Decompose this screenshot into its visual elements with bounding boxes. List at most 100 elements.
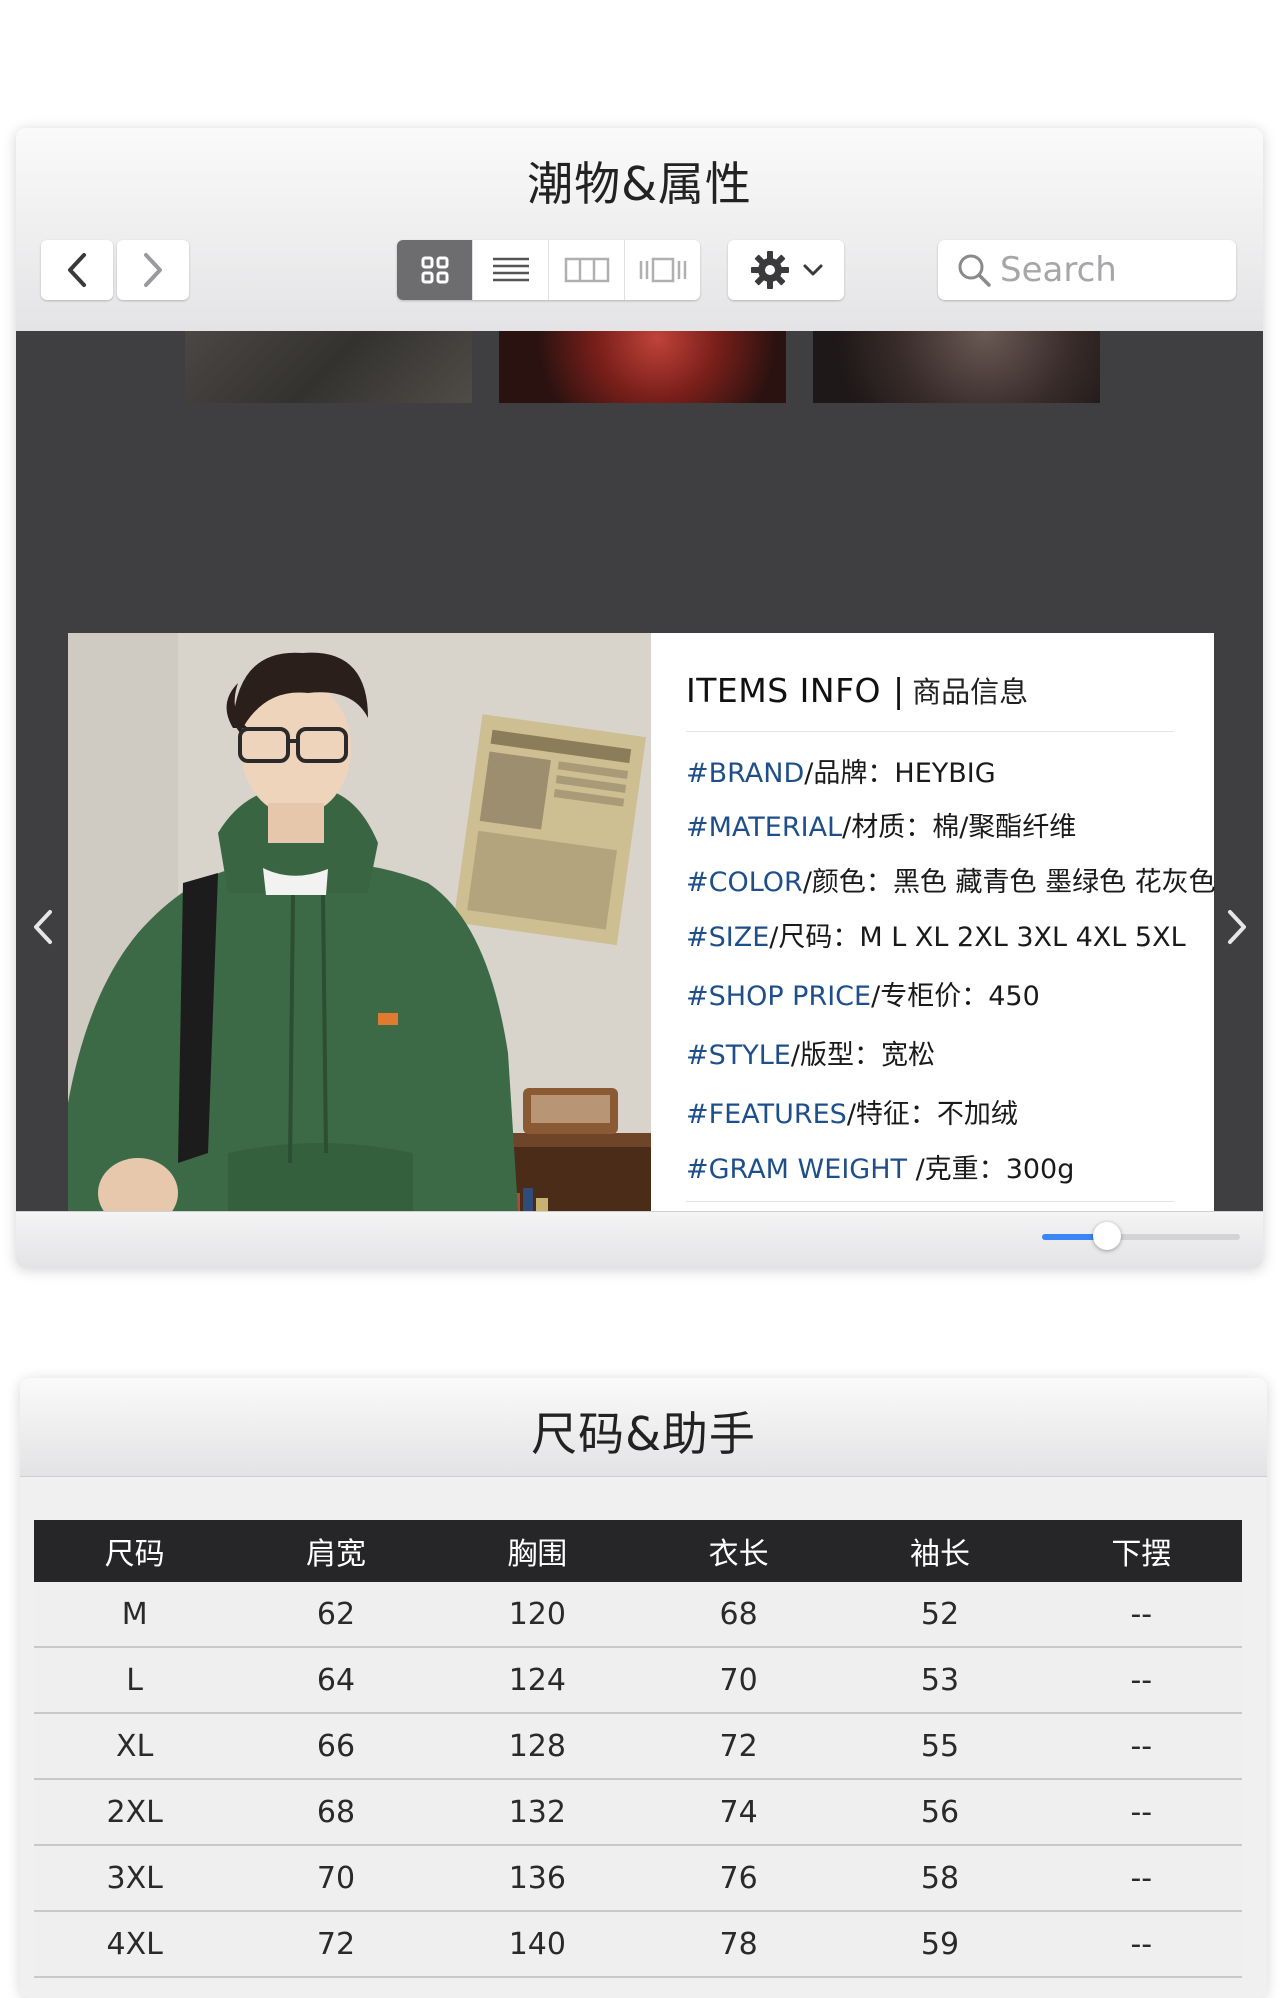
- attr-material: #MATERIAL/材质：棉/聚酯纤维: [686, 805, 1076, 844]
- table-cell: 74: [637, 1779, 840, 1846]
- product-card: ITEMS INFO | 商品信息 #BRAND/品牌：HEYBIG #MATERI…: [68, 633, 1216, 1268]
- table-cell: 140: [436, 1911, 638, 1978]
- attr-key: #GRAM WEIGHT: [686, 1154, 907, 1185]
- table-cell: 58: [839, 1845, 1041, 1912]
- column-view-button[interactable]: [549, 240, 625, 300]
- zoom-slider-knob[interactable]: [1093, 1222, 1121, 1250]
- table-cell: 53: [839, 1647, 1041, 1714]
- table-cell: 124: [436, 1647, 638, 1714]
- chevron-left-icon: [68, 253, 86, 287]
- attr-value: 黑色 藏青色 墨绿色 花灰色: [892, 867, 1216, 898]
- attr-key: #SIZE: [686, 922, 770, 953]
- thumbnail[interactable]: [499, 331, 786, 403]
- table-cell: XL: [34, 1713, 236, 1780]
- search-input[interactable]: Search: [938, 240, 1236, 300]
- gear-icon: [751, 251, 789, 289]
- action-menu-button[interactable]: [728, 240, 844, 300]
- table-cell: 64: [235, 1647, 437, 1714]
- gallery-view-button[interactable]: [625, 240, 700, 300]
- gallery-window: 潮物&属性 Search ITEMS INFO | 商品信息 #BRAND/品牌…: [16, 128, 1263, 1268]
- table-cell: --: [1040, 1779, 1242, 1846]
- window-title: 潮物&属性: [527, 157, 752, 211]
- table-cell: 76: [637, 1845, 840, 1912]
- attr-key: #FEATURES: [686, 1099, 847, 1130]
- table-cell: 68: [235, 1779, 437, 1846]
- attr-label: /尺码：: [769, 922, 860, 953]
- column-header: 尺码: [34, 1520, 236, 1582]
- table-cell: 2XL: [34, 1779, 236, 1846]
- attr-size: #SIZE/尺码：M L XL 2XL 3XL 4XL 5XL: [686, 915, 1186, 954]
- table-row: 2XL 68 132 74 56 --: [34, 1779, 1242, 1846]
- next-arrow-icon[interactable]: [1224, 907, 1250, 947]
- attr-key: #MATERIAL: [686, 812, 843, 843]
- table-row: M 62 120 68 52 --: [34, 1582, 1242, 1648]
- table-cell: 120: [436, 1582, 638, 1648]
- attr-label: /克重：: [907, 1154, 1006, 1185]
- table-cell: 56: [839, 1779, 1041, 1846]
- attr-label: /特征：: [846, 1099, 937, 1130]
- list-view-button[interactable]: [473, 240, 549, 300]
- table-header-row: 尺码 肩宽 胸围 衣长 袖长 下摆: [34, 1520, 1242, 1582]
- view-mode-selector: [397, 240, 700, 300]
- heading-cn: 商品信息: [912, 675, 1029, 709]
- table-cell: 4XL: [34, 1911, 236, 1978]
- attr-key: #COLOR: [686, 867, 803, 898]
- table-cell: --: [1040, 1582, 1242, 1648]
- table-cell: 70: [637, 1647, 840, 1714]
- table-cell: 62: [235, 1582, 437, 1648]
- table-cell: 72: [637, 1713, 840, 1780]
- search-icon: [958, 254, 991, 287]
- table-row: 4XL 72 140 78 59 --: [34, 1911, 1242, 1978]
- table-cell: 72: [235, 1911, 437, 1978]
- attr-value: 300g: [1005, 1154, 1075, 1185]
- attr-features: #FEATURES/特征：不加绒: [686, 1092, 1018, 1131]
- forward-button[interactable]: [117, 240, 189, 300]
- hoodie-model-illustration: [68, 633, 651, 1268]
- icon-view-button[interactable]: [397, 240, 473, 300]
- heading-separator: |: [893, 671, 905, 710]
- attr-value: 450: [988, 981, 1040, 1012]
- cover-flow-icon: [639, 257, 686, 283]
- attr-key: #STYLE: [686, 1040, 791, 1071]
- attr-style: #STYLE/版型：宽松: [686, 1033, 935, 1072]
- table-cell: M: [34, 1582, 236, 1648]
- table-row: 3XL 70 136 76 58 --: [34, 1845, 1242, 1912]
- column-header: 袖长: [839, 1520, 1041, 1582]
- thumbnail[interactable]: [813, 331, 1100, 403]
- previous-arrow-icon[interactable]: [30, 907, 56, 947]
- table-cell: 59: [839, 1911, 1041, 1978]
- table-cell: 70: [235, 1845, 437, 1912]
- table-cell: 52: [839, 1582, 1041, 1648]
- attr-key: #SHOP PRICE: [686, 981, 872, 1012]
- window-title: 尺码&助手: [531, 1407, 756, 1461]
- column-header: 胸围: [436, 1520, 638, 1582]
- item-info-panel: ITEMS INFO | 商品信息 #BRAND/品牌：HEYBIG #MATERI…: [651, 633, 1216, 1268]
- grid-icon: [421, 256, 448, 284]
- divider: [686, 731, 1174, 732]
- attr-label: /版型：: [790, 1040, 881, 1071]
- heading-en: ITEMS INFO: [686, 671, 882, 710]
- table-cell: 66: [235, 1713, 437, 1780]
- search-placeholder: Search: [1000, 250, 1117, 290]
- gallery-content: ITEMS INFO | 商品信息 #BRAND/品牌：HEYBIG #MATERI…: [16, 331, 1263, 1268]
- attr-brand: #BRAND/品牌：HEYBIG: [686, 751, 996, 790]
- chevron-right-icon: [144, 253, 162, 287]
- table-cell: 132: [436, 1779, 638, 1846]
- size-table: 尺码 肩宽 胸围 衣长 袖长 下摆 M 62 120 68 52 -- L 64 124 70 5…: [34, 1520, 1242, 1978]
- table-cell: 78: [637, 1911, 840, 1978]
- thumbnail[interactable]: [185, 331, 472, 403]
- back-button[interactable]: [41, 240, 113, 300]
- product-photo: [68, 633, 651, 1268]
- column-header: 衣长: [637, 1520, 840, 1582]
- table-row: XL 66 128 72 55 --: [34, 1713, 1242, 1780]
- window-toolbar: 尺码&助手: [20, 1378, 1267, 1477]
- table-cell: --: [1040, 1713, 1242, 1780]
- list-icon: [492, 257, 529, 282]
- size-chart-window: 尺码&助手 尺码 肩宽 胸围 衣长 袖长 下摆 M 62 120 68 52 -- L 64…: [20, 1378, 1267, 1998]
- attr-value: 不加绒: [936, 1099, 1018, 1130]
- table-cell: 128: [436, 1713, 638, 1780]
- table-cell: 3XL: [34, 1845, 236, 1912]
- table-cell: --: [1040, 1845, 1242, 1912]
- table-row: L 64 124 70 53 --: [34, 1647, 1242, 1714]
- table-cell: --: [1040, 1647, 1242, 1714]
